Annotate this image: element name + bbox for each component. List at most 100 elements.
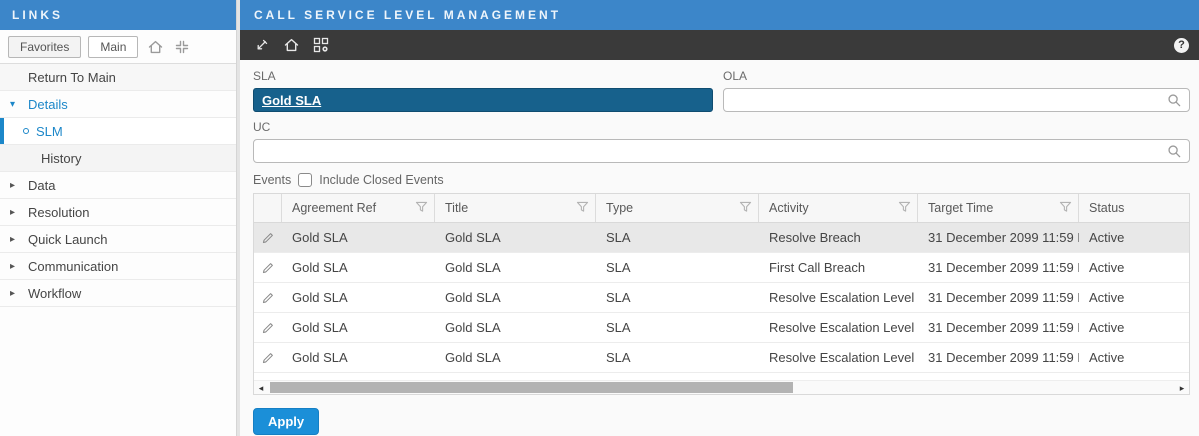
column-header-agreement-ref[interactable]: Agreement Ref: [282, 194, 435, 222]
cell-status: Active: [1079, 230, 1189, 245]
cell-target-time: 31 December 2099 11:59 PM: [918, 350, 1079, 365]
filter-icon[interactable]: [898, 201, 911, 216]
cell-title: Gold SLA: [435, 230, 596, 245]
sidebar-item-slm[interactable]: SLM: [0, 118, 236, 145]
ola-input[interactable]: [724, 89, 1189, 111]
page-title: CALL SERVICE LEVEL MANAGEMENT: [240, 0, 1199, 30]
search-icon[interactable]: [1167, 144, 1182, 162]
chevron-right-icon: ▸: [10, 234, 28, 245]
cell-type: SLA: [596, 290, 759, 305]
filter-icon[interactable]: [739, 201, 752, 216]
cell-agreement-ref: Gold SLA: [282, 350, 435, 365]
cell-agreement-ref: Gold SLA: [282, 230, 435, 245]
cell-target-time: 31 December 2099 11:59 PM: [918, 320, 1079, 335]
cell-type: SLA: [596, 350, 759, 365]
tab-favorites[interactable]: Favorites: [8, 36, 81, 58]
sla-selected-link[interactable]: Gold SLA: [262, 93, 321, 108]
grid-settings-icon[interactable]: [312, 36, 330, 54]
sidebar: LINKS Favorites Main Return To Main ▾ De…: [0, 0, 237, 436]
scroll-thumb[interactable]: [270, 382, 793, 393]
pin-icon[interactable]: [252, 36, 270, 54]
collapse-icon[interactable]: [172, 37, 192, 57]
scroll-left-icon[interactable]: ◂: [254, 381, 268, 395]
edit-row-button[interactable]: [254, 231, 282, 245]
main-panel: CALL SERVICE LEVEL MANAGEMENT ?: [240, 0, 1199, 436]
events-row: Events Include Closed Events: [253, 173, 1190, 187]
table-header: Agreement Ref Title Type Activity: [254, 194, 1189, 223]
table-row[interactable]: Gold SLA Gold SLA SLA First Call Breach …: [254, 253, 1189, 283]
cell-status: Active: [1079, 260, 1189, 275]
sidebar-item-communication[interactable]: ▸ Communication: [0, 253, 236, 280]
scroll-track[interactable]: [268, 382, 1175, 393]
cell-target-time: 31 December 2099 11:59 PM: [918, 290, 1079, 305]
table-row[interactable]: Gold SLA Gold SLA SLA Resolve Escalation…: [254, 313, 1189, 343]
table-row[interactable]: Gold SLA Gold SLA SLA Resolve Escalation…: [254, 343, 1189, 373]
sidebar-tabs: Favorites Main: [0, 30, 236, 64]
app-window: LINKS Favorites Main Return To Main ▾ De…: [0, 0, 1199, 436]
ola-field: OLA: [723, 69, 1190, 112]
cell-agreement-ref: Gold SLA: [282, 260, 435, 275]
apply-button[interactable]: Apply: [253, 408, 319, 435]
edit-row-button[interactable]: [254, 351, 282, 365]
sidebar-item-workflow[interactable]: ▸ Workflow: [0, 280, 236, 307]
sidebar-item-details[interactable]: ▾ Details: [0, 91, 236, 118]
cell-agreement-ref: Gold SLA: [282, 320, 435, 335]
sidebar-nav: Return To Main ▾ Details SLM History ▸ D…: [0, 64, 236, 307]
chevron-right-icon: ▸: [10, 180, 28, 191]
sla-label: SLA: [253, 69, 713, 83]
home-icon[interactable]: [282, 36, 300, 54]
sidebar-item-return-to-main[interactable]: Return To Main: [0, 64, 236, 91]
home-icon[interactable]: [145, 37, 165, 57]
column-header-status[interactable]: Status: [1079, 194, 1189, 222]
sidebar-item-resolution[interactable]: ▸ Resolution: [0, 199, 236, 226]
tab-main[interactable]: Main: [88, 36, 138, 58]
cell-activity: Resolve Escalation Level 3: [759, 350, 918, 365]
uc-input[interactable]: [254, 140, 1189, 162]
uc-label: UC: [253, 120, 1190, 134]
cell-type: SLA: [596, 230, 759, 245]
filter-icon[interactable]: [415, 201, 428, 216]
cell-title: Gold SLA: [435, 260, 596, 275]
cell-activity: Resolve Escalation Level 2: [759, 320, 918, 335]
horizontal-scrollbar[interactable]: ◂ ▸: [254, 380, 1189, 394]
cell-title: Gold SLA: [435, 350, 596, 365]
edit-row-button[interactable]: [254, 261, 282, 275]
edit-row-button[interactable]: [254, 321, 282, 335]
table-row[interactable]: Gold SLA Gold SLA SLA Resolve Breach 31 …: [254, 223, 1189, 253]
content: SLA Gold SLA OLA UC: [240, 60, 1199, 436]
chevron-right-icon: ▸: [10, 288, 28, 299]
cell-target-time: 31 December 2099 11:59 PM: [918, 260, 1079, 275]
search-icon[interactable]: [1167, 93, 1182, 111]
filter-icon[interactable]: [1059, 201, 1072, 216]
circle-marker-icon: [23, 128, 29, 134]
cell-type: SLA: [596, 320, 759, 335]
ola-label: OLA: [723, 69, 1190, 83]
edit-column-header: [254, 194, 282, 222]
column-header-target-time[interactable]: Target Time: [918, 194, 1079, 222]
sla-selected-value[interactable]: Gold SLA: [253, 88, 713, 112]
column-header-title[interactable]: Title: [435, 194, 596, 222]
cell-title: Gold SLA: [435, 290, 596, 305]
scroll-right-icon[interactable]: ▸: [1175, 381, 1189, 395]
help-icon[interactable]: ?: [1174, 38, 1189, 53]
events-table: Agreement Ref Title Type Activity: [253, 193, 1190, 395]
cell-activity: Resolve Breach: [759, 230, 918, 245]
filter-icon[interactable]: [576, 201, 589, 216]
sidebar-item-quick-launch[interactable]: ▸ Quick Launch: [0, 226, 236, 253]
cell-type: SLA: [596, 260, 759, 275]
include-closed-events-checkbox[interactable]: [298, 173, 312, 187]
column-header-activity[interactable]: Activity: [759, 194, 918, 222]
toolbar: ?: [240, 30, 1199, 60]
sidebar-item-history[interactable]: History: [0, 145, 236, 172]
cell-status: Active: [1079, 350, 1189, 365]
column-header-type[interactable]: Type: [596, 194, 759, 222]
events-label: Events: [253, 173, 291, 187]
cell-title: Gold SLA: [435, 320, 596, 335]
table-row[interactable]: Gold SLA Gold SLA SLA Resolve Escalation…: [254, 283, 1189, 313]
edit-row-button[interactable]: [254, 291, 282, 305]
sidebar-title: LINKS: [0, 0, 236, 30]
sla-field: SLA Gold SLA: [253, 69, 713, 112]
chevron-down-icon: ▾: [10, 99, 28, 110]
cell-activity: First Call Breach: [759, 260, 918, 275]
sidebar-item-data[interactable]: ▸ Data: [0, 172, 236, 199]
